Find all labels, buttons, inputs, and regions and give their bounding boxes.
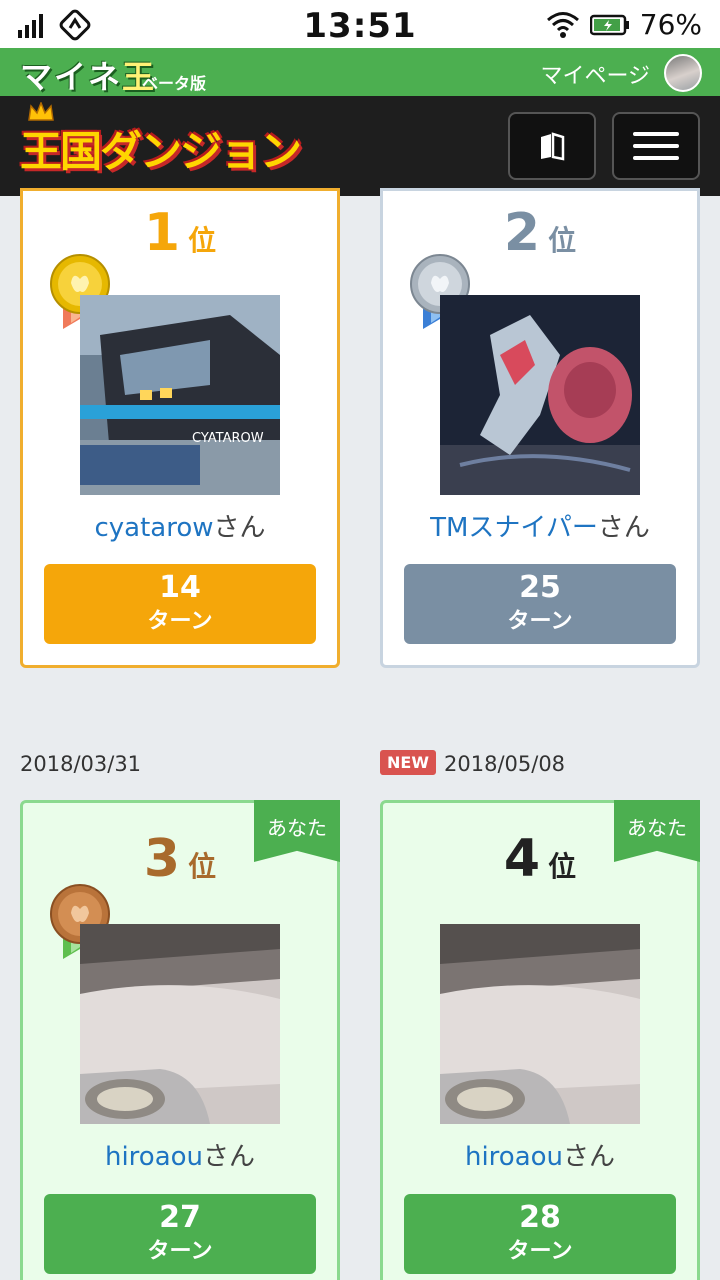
turn-count-box: 27 ターン bbox=[44, 1194, 316, 1274]
turn-count: 28 bbox=[519, 1200, 561, 1235]
rank-number: 4 bbox=[503, 829, 541, 889]
user-name-link[interactable]: hiroaou bbox=[465, 1142, 563, 1172]
mine-logo-part-b: ネ bbox=[88, 58, 123, 96]
user-thumbnail[interactable]: CYATAROW bbox=[80, 295, 280, 495]
rank-label: 3位 bbox=[23, 829, 337, 889]
beta-label: ベータ版 bbox=[142, 74, 207, 93]
ranking-card-2[interactable]: 2位 TMスナイパーさん 25 ターン bbox=[380, 188, 700, 668]
hamburger-icon bbox=[633, 132, 679, 160]
menu-button[interactable] bbox=[612, 112, 700, 180]
rank-number: 3 bbox=[143, 829, 181, 889]
turn-count: 14 bbox=[159, 570, 201, 605]
ranking-card-1[interactable]: 1位 CYATAROW cyatarowさん 14 ターン bbox=[20, 188, 340, 668]
honorific: さん bbox=[203, 1142, 256, 1172]
mine-logo-part-a: マイ bbox=[20, 58, 89, 96]
turn-label: ターン bbox=[507, 1239, 573, 1264]
status-bar: 13:51 76% bbox=[0, 0, 720, 48]
honorific: さん bbox=[213, 513, 266, 543]
user-name-row: hiroaouさん bbox=[23, 1136, 337, 1173]
site-header: 王国ダンジョン bbox=[0, 96, 720, 196]
rank-label: 4位 bbox=[383, 829, 697, 889]
user-name-row: cyatarowさん bbox=[23, 507, 337, 544]
honorific: さん bbox=[597, 513, 650, 543]
turn-count: 25 bbox=[519, 570, 561, 605]
mine-bar: マイネ王 ベータ版 マイページ bbox=[0, 48, 720, 96]
turn-label: ターン bbox=[507, 609, 573, 634]
user-name-link[interactable]: TMスナイパー bbox=[430, 513, 598, 543]
turn-count: 27 bbox=[159, 1200, 201, 1235]
honorific: さん bbox=[563, 1142, 616, 1172]
record-date: 2018/03/31 bbox=[20, 752, 142, 776]
wifi-icon bbox=[546, 11, 579, 38]
rank-unit: 位 bbox=[548, 224, 577, 257]
record-date: 2018/05/08 bbox=[444, 752, 566, 776]
user-thumbnail[interactable] bbox=[440, 924, 640, 1124]
ranking-card-4[interactable]: あなた 4位 hiroaouさん 28 ターン bbox=[380, 800, 700, 1280]
site-logo[interactable]: 王国ダンジョン bbox=[20, 118, 302, 179]
turn-count-box: 25 ターン bbox=[404, 564, 676, 644]
turn-label: ターン bbox=[147, 1239, 213, 1264]
turn-count-box: 14 ターン bbox=[44, 564, 316, 644]
guide-button[interactable] bbox=[508, 112, 596, 180]
user-thumbnail[interactable] bbox=[440, 295, 640, 495]
user-thumbnail[interactable] bbox=[80, 924, 280, 1124]
rank-number: 1 bbox=[143, 203, 181, 263]
thumb-caption: CYATAROW bbox=[192, 431, 264, 446]
mypage-link[interactable]: マイページ bbox=[540, 58, 650, 90]
avatar[interactable] bbox=[664, 54, 702, 92]
turn-count-box: 28 ターン bbox=[404, 1194, 676, 1274]
turn-label: ターン bbox=[147, 609, 213, 634]
user-name-link[interactable]: hiroaou bbox=[105, 1142, 203, 1172]
new-badge: NEW bbox=[380, 750, 436, 775]
user-name-row: hiroaouさん bbox=[383, 1136, 697, 1173]
rank-number: 2 bbox=[503, 203, 541, 263]
rank-unit: 位 bbox=[188, 850, 217, 883]
rank-unit: 位 bbox=[548, 850, 577, 883]
ranking-card-3[interactable]: あなた 3位 hiroaouさん 27 ターン bbox=[20, 800, 340, 1280]
book-icon bbox=[541, 132, 565, 161]
rank-unit: 位 bbox=[188, 224, 217, 257]
battery-percent: 76% bbox=[639, 8, 702, 41]
user-name-row: TMスナイパーさん bbox=[383, 507, 697, 544]
mine-logo[interactable]: マイネ王 bbox=[20, 52, 156, 98]
user-name-link[interactable]: cyatarow bbox=[94, 513, 213, 543]
battery-icon bbox=[589, 14, 629, 35]
